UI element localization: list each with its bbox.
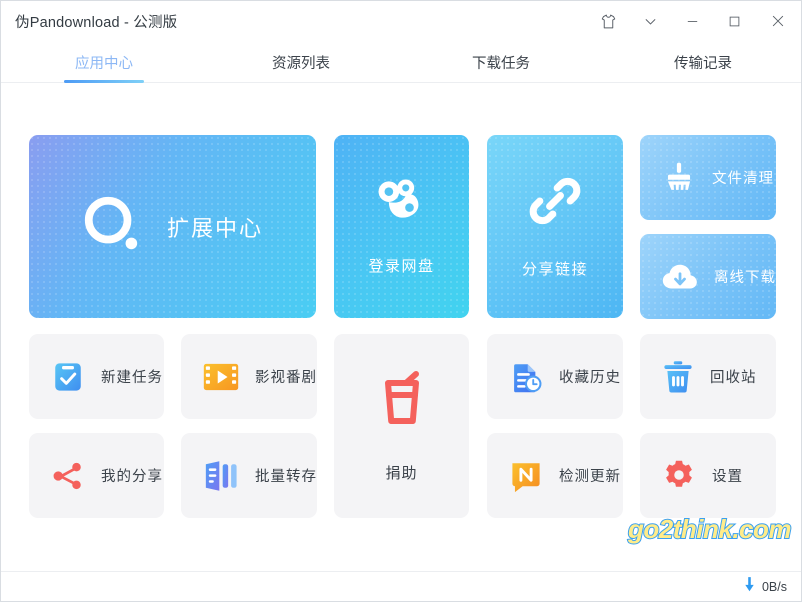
broom-icon xyxy=(662,161,696,195)
batch-transfer-icon xyxy=(203,460,239,492)
card-recycle-bin[interactable]: 回收站 xyxy=(640,334,776,419)
minimize-icon[interactable] xyxy=(671,1,713,41)
statusbar: 0B/s xyxy=(1,571,801,601)
card-label: 新建任务 xyxy=(101,370,163,386)
card-label: 分享链接 xyxy=(521,260,588,278)
card-label: 文件清理 xyxy=(712,171,774,187)
chevron-down-icon[interactable] xyxy=(629,1,671,41)
app-title: 伪Pandownload - 公测版 xyxy=(15,14,178,31)
card-settings[interactable]: 设置 xyxy=(640,433,776,518)
download-speed-group: 0B/s xyxy=(744,572,787,602)
tab-transfer-records[interactable]: 传输记录 xyxy=(663,41,743,83)
card-movies-anime[interactable]: 影视番剧 xyxy=(181,334,317,419)
download-arrow-icon xyxy=(744,577,755,597)
watermark: go2think.com xyxy=(627,513,793,545)
tabbar: 应用中心 资源列表 下载任务 传输记录 xyxy=(1,41,801,83)
card-label: 扩展中心 xyxy=(167,215,264,241)
cloud-download-icon xyxy=(662,262,698,292)
tab-label: 传输记录 xyxy=(674,55,732,72)
maximize-icon[interactable] xyxy=(713,1,755,41)
card-file-clean[interactable]: 文件清理 xyxy=(640,135,776,220)
card-label: 我的分享 xyxy=(101,469,163,485)
gear-icon xyxy=(662,459,696,493)
tab-download-tasks[interactable]: 下载任务 xyxy=(461,41,541,83)
card-label: 捐助 xyxy=(385,465,418,482)
card-batch-save[interactable]: 批量转存 xyxy=(181,433,317,518)
card-label: 回收站 xyxy=(710,370,757,386)
card-new-task[interactable]: 新建任务 xyxy=(29,334,164,419)
card-offline-download[interactable]: 离线下载 xyxy=(640,234,776,319)
app-center-grid: 扩展中心 登录网盘 分享链接 文件清理 离线下载 新建任务 影视番剧 捐助 收藏… xyxy=(1,84,801,571)
trash-icon xyxy=(662,360,694,394)
card-favorites-history[interactable]: 收藏历史 xyxy=(487,334,623,419)
card-label: 离线下载 xyxy=(714,270,776,286)
card-label: 检测更新 xyxy=(559,469,621,485)
card-share-link[interactable]: 分享链接 xyxy=(487,135,623,318)
card-label: 设置 xyxy=(712,469,743,485)
card-my-shares[interactable]: 我的分享 xyxy=(29,433,164,518)
tab-label: 资源列表 xyxy=(272,55,330,72)
card-label: 收藏历史 xyxy=(559,370,621,386)
link-icon xyxy=(529,175,581,232)
download-speed-value: 0B/s xyxy=(761,580,787,594)
card-check-update[interactable]: 检测更新 xyxy=(487,433,623,518)
tab-app-center[interactable]: 应用中心 xyxy=(64,41,144,83)
n-badge-icon xyxy=(509,459,543,493)
window-controls xyxy=(587,1,801,41)
doc-clock-icon xyxy=(509,360,543,394)
app-window: 伪Pandownload - 公测版 应用中心 资源列表 下载任务 传输记录 扩… xyxy=(0,0,802,602)
card-extension-center[interactable]: 扩展中心 xyxy=(29,135,316,318)
tab-label: 下载任务 xyxy=(472,55,530,72)
share-nodes-icon xyxy=(51,459,85,493)
close-icon[interactable] xyxy=(755,1,801,41)
skin-icon[interactable] xyxy=(587,1,629,41)
card-label: 批量转存 xyxy=(255,469,317,485)
clipboard-check-icon xyxy=(51,360,85,394)
tab-label: 应用中心 xyxy=(75,55,133,72)
card-label: 登录网盘 xyxy=(368,257,435,275)
card-label: 影视番剧 xyxy=(255,370,317,386)
card-donate[interactable]: 捐助 xyxy=(334,334,469,518)
card-login-netdisk[interactable]: 登录网盘 xyxy=(334,135,469,318)
baidu-cloud-icon xyxy=(372,178,432,229)
film-play-icon xyxy=(203,362,239,392)
titlebar: 伪Pandownload - 公测版 xyxy=(1,1,801,41)
drink-cup-icon xyxy=(378,369,426,432)
extension-ring-icon xyxy=(81,193,143,260)
tab-active-underline xyxy=(64,80,144,83)
tab-resource-list[interactable]: 资源列表 xyxy=(261,41,341,83)
